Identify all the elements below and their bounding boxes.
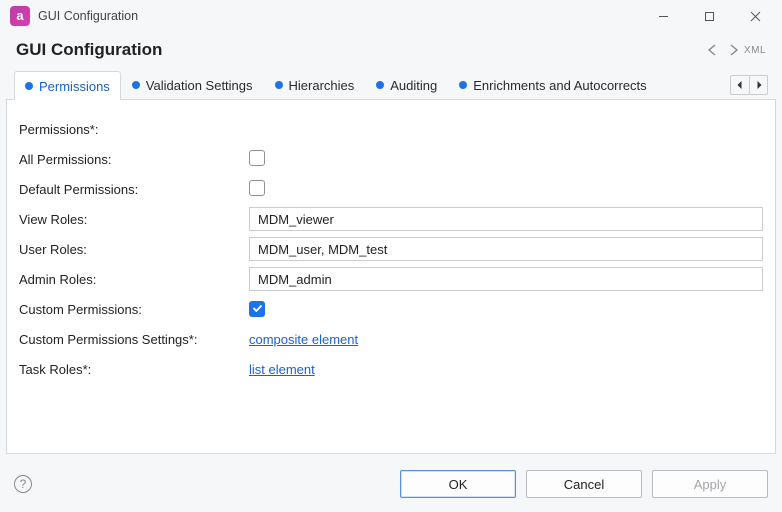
admin-roles-input[interactable] [249, 267, 763, 291]
minimize-button[interactable] [640, 0, 686, 32]
tab-auditing[interactable]: Auditing [365, 70, 448, 99]
page-title: GUI Configuration [16, 40, 162, 60]
xml-source-button[interactable]: XML [744, 45, 766, 56]
window-title: GUI Configuration [38, 9, 138, 23]
tab-enrichments-autocorrects[interactable]: Enrichments and Autocorrects [448, 70, 657, 99]
tab-permissions[interactable]: Permissions [14, 71, 121, 100]
tab-bar: Permissions Validation Settings Hierarch… [6, 70, 776, 100]
all-permissions-checkbox[interactable] [249, 150, 265, 166]
tab-label: Auditing [390, 78, 437, 93]
admin-roles-label: Admin Roles: [19, 272, 249, 287]
bullet-icon [132, 81, 140, 89]
tab-validation-settings[interactable]: Validation Settings [121, 70, 264, 99]
ok-button[interactable]: OK [400, 470, 516, 498]
tab-hierarchies[interactable]: Hierarchies [264, 70, 366, 99]
cancel-button[interactable]: Cancel [526, 470, 642, 498]
tab-label: Hierarchies [289, 78, 355, 93]
titlebar: GUI Configuration [0, 0, 782, 32]
tab-label: Validation Settings [146, 78, 253, 93]
task-roles-link[interactable]: list element [249, 362, 315, 377]
view-roles-input[interactable] [249, 207, 763, 231]
custom-permissions-settings-link[interactable]: composite element [249, 332, 358, 347]
default-permissions-checkbox[interactable] [249, 180, 265, 196]
tab-scroll [730, 75, 768, 95]
user-roles-input[interactable] [249, 237, 763, 261]
close-button[interactable] [732, 0, 778, 32]
apply-button[interactable]: Apply [652, 470, 768, 498]
tab-scroll-left-button[interactable] [731, 76, 749, 94]
permissions-header-label: Permissions*: [19, 122, 249, 137]
view-roles-label: View Roles: [19, 212, 249, 227]
bullet-icon [25, 82, 33, 90]
bullet-icon [376, 81, 384, 89]
forward-arrow-icon[interactable] [724, 41, 742, 59]
app-icon [10, 6, 30, 26]
all-permissions-label: All Permissions: [19, 152, 249, 167]
help-icon[interactable]: ? [14, 475, 32, 493]
custom-permissions-checkbox[interactable] [249, 301, 265, 317]
user-roles-label: User Roles: [19, 242, 249, 257]
tab-label: Enrichments and Autocorrects [473, 78, 646, 93]
default-permissions-label: Default Permissions: [19, 182, 249, 197]
custom-permissions-label: Custom Permissions: [19, 302, 249, 317]
tab-label: Permissions [39, 79, 110, 94]
bullet-icon [459, 81, 467, 89]
permissions-panel: Permissions*: All Permissions: Default P… [6, 100, 776, 454]
maximize-button[interactable] [686, 0, 732, 32]
header: GUI Configuration XML [0, 32, 782, 70]
bullet-icon [275, 81, 283, 89]
back-arrow-icon[interactable] [704, 41, 722, 59]
window: GUI Configuration GUI Configuration XML … [0, 0, 782, 512]
dialog-footer: ? OK Cancel Apply [0, 460, 782, 512]
tab-scroll-right-button[interactable] [749, 76, 767, 94]
task-roles-label: Task Roles*: [19, 362, 249, 377]
custom-permissions-settings-label: Custom Permissions Settings*: [19, 332, 249, 347]
